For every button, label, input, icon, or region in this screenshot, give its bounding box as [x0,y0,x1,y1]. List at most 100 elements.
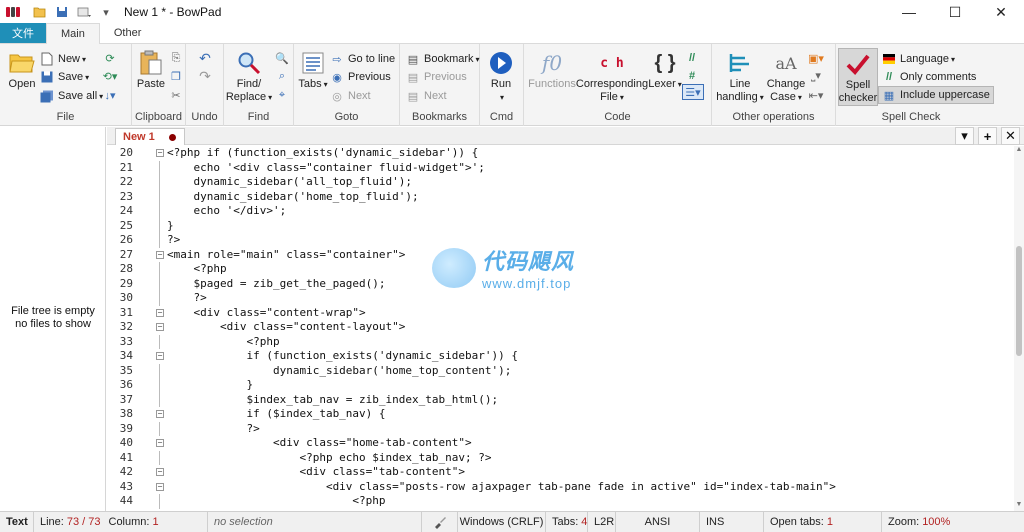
change-case-button[interactable]: aA Change Case ▾ [766,50,806,104]
open-folder-icon[interactable] [32,4,48,20]
scroll-up-icon[interactable]: ▲ [1014,146,1024,156]
fold-toggle-icon[interactable]: − [156,352,164,360]
new-button[interactable]: New ▾ [40,50,86,68]
document-tab-new-1[interactable]: New 1 [115,128,185,145]
find-replace-button[interactable]: Find/ Replace ▾ [226,50,272,104]
bookmark-next-button[interactable]: ▤ Next [406,87,447,105]
code-editor[interactable]: 20− <?php if (function_exists('dynamic_si… [107,146,1024,511]
code-line[interactable]: 39 ?> [107,421,1007,436]
find-next-icon[interactable]: 🔍 [274,50,290,66]
scrollbar-thumb[interactable] [1016,246,1022,356]
code-line[interactable]: 33 <?php [107,334,1007,349]
code-line[interactable]: 41 <?php echo $index_tab_nav; ?> [107,450,1007,465]
customize-toolbar-icon[interactable] [76,4,92,20]
fold-toggle-icon[interactable]: − [156,410,164,418]
tab-other[interactable]: Other [100,23,156,43]
fold-toggle-icon[interactable]: − [156,439,164,447]
status-mode[interactable]: Text [0,511,34,532]
code-line[interactable]: 42 − <div class="tab-content"> [107,465,1007,480]
corresponding-file-button[interactable]: c h Corresponding File ▾ [576,50,648,104]
code-line[interactable]: 43 − <div class="posts-row ajaxpager tab-… [107,480,1007,495]
code-line[interactable]: 37 $index_tab_nav = zib_index_tab_html()… [107,392,1007,407]
goto-previous-button[interactable]: ◉ Previous [330,68,391,86]
tabs-button[interactable]: Tabs ▾ [298,50,328,91]
fold-toggle-icon[interactable]: − [156,308,164,317]
code-line[interactable]: 31 − <div class="content-wrap"> [107,306,1007,321]
code-line[interactable]: 20 − <?php if (function_exists('dynamic_si… [107,146,1007,161]
vertical-scrollbar[interactable]: ▲ ▼ [1014,146,1024,511]
status-zoom[interactable]: Zoom: 100% [882,512,956,532]
reload-icon[interactable]: ⟳ [102,50,118,66]
code-line[interactable]: 44 <?php [107,494,1007,509]
insert-special-icon[interactable]: ▣▾ [808,50,824,66]
status-position[interactable]: Line: 73 / 73 Column: 1 [34,511,208,532]
copy-format-icon[interactable]: ❐ [168,68,184,84]
minimize-button[interactable]: — [886,0,932,24]
close-tab-button[interactable]: ✕ [1001,127,1020,145]
spell-checker-button[interactable]: Spell checker [838,48,878,106]
run-button[interactable]: Run ▾ [486,50,516,104]
file-tree-panel[interactable]: File tree is empty no files to show [0,127,106,511]
fold-toggle-icon[interactable]: − [156,323,164,331]
tab-list-dropdown-button[interactable]: ▾ [955,127,974,145]
code-style-dropdown-icon[interactable]: ☰▾ [682,84,704,100]
scroll-down-icon[interactable]: ▼ [1014,501,1024,511]
code-line[interactable]: 24 echo '</div>'; [107,204,1007,219]
find-previous-icon[interactable]: ⌕ [274,68,290,84]
tab-file[interactable]: 文件 [0,23,46,43]
line-handling-button[interactable]: Line handling ▾ [714,50,766,104]
paste-button[interactable]: Paste [136,50,166,91]
lexer-button[interactable]: { } Lexer ▾ [648,50,682,91]
bookmark-button[interactable]: ▤ Bookmark ▾ [406,50,480,68]
save-disk-icon[interactable] [54,4,70,20]
status-encoding[interactable]: ANSI [616,511,700,532]
code-line[interactable]: 23 dynamic_sidebar('home_top_fluid'); [107,189,1007,204]
status-insert-mode[interactable]: INS [700,511,764,532]
code-line[interactable]: 36 } [107,378,1007,393]
maximize-button[interactable]: ☐ [932,0,978,24]
cut-icon[interactable]: ✂ [168,87,184,103]
code-line[interactable]: 35 dynamic_sidebar('home_top_content'); [107,363,1007,378]
language-button[interactable]: Language ▾ [882,50,955,68]
whitespace-icon[interactable]: ⎵▾ [808,68,824,84]
indent-icon[interactable]: ⇤▾ [808,87,824,103]
find-selection-icon[interactable]: ⌖ [274,87,290,103]
comment-line-icon[interactable]: // [684,50,700,66]
status-direction[interactable]: L2R [588,511,616,532]
close-button[interactable]: ✕ [978,0,1024,24]
code-line[interactable]: 38 − if ($index_tab_nav) { [107,407,1007,422]
code-line[interactable]: 30 ?> [107,291,1007,306]
code-line[interactable]: 40 − <div class="home-tab-content"> [107,436,1007,451]
code-line[interactable]: 25} [107,218,1007,233]
status-eol[interactable]: Windows (CRLF) [458,511,546,532]
code-text: $index_tab_nav = zib_index_tab_html(); [167,392,499,406]
go-to-line-button[interactable]: ⇨ Go to line [330,50,395,68]
open-button[interactable]: Open [6,50,38,91]
code-line[interactable]: 21 echo '<div class="container fluid-wid… [107,160,1007,175]
uncomment-icon[interactable]: # [684,68,700,84]
save-button[interactable]: Save ▾ [40,68,89,86]
goto-next-button[interactable]: ◎ Next [330,87,370,105]
refresh-options-icon[interactable]: ⟲▾ [102,68,118,84]
status-tabs[interactable]: Tabs: 4 [546,511,588,532]
only-comments-toggle[interactable]: // Only comments [882,68,976,86]
copy-icon[interactable]: ⎘ [168,50,184,66]
undo-icon[interactable]: ↶ [197,50,213,66]
new-tab-button[interactable]: + [978,127,997,145]
tab-main[interactable]: Main [46,23,100,44]
down-arrow-icon[interactable]: ↓▾ [102,87,118,103]
code-line[interactable]: 22 dynamic_sidebar('all_top_fluid'); [107,175,1007,190]
fold-toggle-icon[interactable]: − [156,149,164,157]
redo-icon[interactable]: ↷ [197,68,213,84]
functions-button[interactable]: f0 Functions [528,50,576,91]
fold-toggle-icon[interactable]: − [156,468,164,476]
save-all-button[interactable]: Save all ▾ [40,87,103,105]
fold-toggle-icon[interactable]: − [156,482,164,491]
include-uppercase-toggle[interactable]: ▦ Include uppercase [878,86,994,104]
code-line[interactable]: 34 − if (function_exists('dynamic_sidebar… [107,349,1007,364]
code-line[interactable]: 32 − <div class="content-layout"> [107,320,1007,335]
status-brush-icon[interactable] [422,511,458,532]
fold-toggle-icon[interactable]: − [156,250,164,259]
bookmark-previous-button[interactable]: ▤ Previous [406,68,467,86]
dropdown-chevron-icon[interactable]: ▾ [98,4,114,20]
